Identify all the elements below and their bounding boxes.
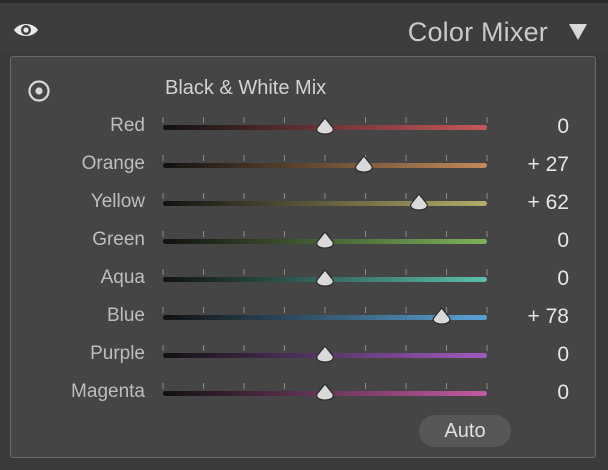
mix-title: Black & White Mix [165,77,327,99]
eye-icon[interactable] [12,20,40,40]
slider-ticks [162,193,488,199]
slider-row-yellow: Yellow + 62 [11,185,597,223]
slider-value[interactable]: + 78 [528,305,569,329]
slider-value[interactable]: 0 [557,343,569,367]
target-adjust-icon[interactable] [27,79,51,103]
slider-label: Yellow [90,191,145,212]
slider-label: Orange [81,153,145,174]
slider-thumb[interactable] [432,307,451,325]
slider-purple[interactable] [161,337,491,375]
slider-label: Red [110,115,145,136]
slider-label: Blue [106,305,145,326]
slider-ticks [162,155,488,161]
slider-label: Green [92,229,145,250]
slider-row-blue: Blue + 78 [11,299,597,337]
slider-thumb[interactable] [316,345,334,363]
slider-label: Purple [90,343,145,364]
slider-thumb[interactable] [355,155,373,173]
slider-thumb[interactable] [316,383,334,401]
slider-value[interactable]: 0 [557,267,569,291]
slider-row-green: Green 0 [11,223,597,261]
color-mixer-header[interactable]: Color Mixer [0,3,608,53]
slider-thumb[interactable] [316,117,334,135]
slider-magenta[interactable] [161,375,491,413]
slider-green[interactable] [161,223,491,261]
slider-value[interactable]: + 27 [528,153,569,177]
slider-track[interactable] [163,163,487,168]
slider-row-aqua: Aqua 0 [11,261,597,299]
slider-row-purple: Purple 0 [11,337,597,375]
slider-red[interactable] [161,109,491,147]
slider-thumb[interactable] [410,193,428,211]
slider-value[interactable]: + 62 [528,191,569,215]
slider-thumb[interactable] [316,231,334,249]
slider-value[interactable]: 0 [557,381,569,405]
slider-row-orange: Orange + 27 [11,147,597,185]
triangle-down-icon[interactable] [568,23,588,41]
slider-track[interactable] [163,201,487,206]
auto-button[interactable]: Auto [419,415,511,447]
slider-yellow[interactable] [161,185,491,223]
slider-row-magenta: Magenta 0 [11,375,597,413]
slider-row-red: Red 0 [11,109,597,147]
slider-value[interactable]: 0 [557,115,569,139]
slider-orange[interactable] [161,147,491,185]
panel-title: Color Mixer [407,17,548,47]
slider-aqua[interactable] [161,261,491,299]
slider-thumb[interactable] [316,269,334,287]
slider-label: Magenta [71,381,145,402]
slider-value[interactable]: 0 [557,229,569,253]
slider-blue[interactable] [161,299,491,337]
slider-label: Aqua [100,267,145,288]
black-white-mix-panel: Black & White Mix Red 0 Orange + 27 Yellow + … [10,56,596,458]
